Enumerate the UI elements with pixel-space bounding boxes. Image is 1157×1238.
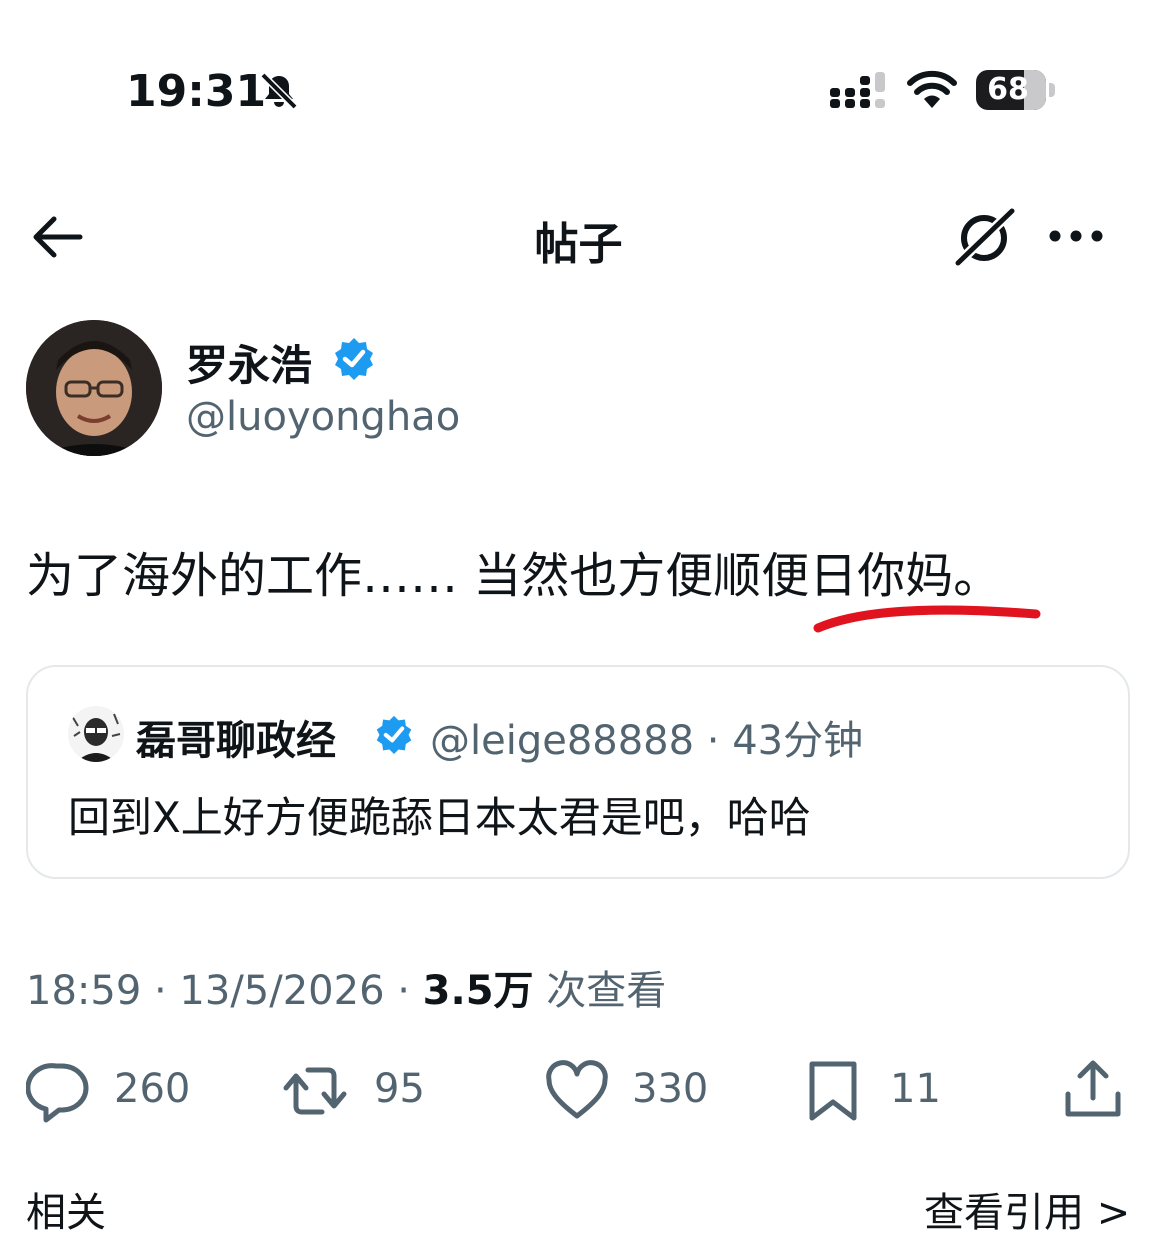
heart-icon[interactable] <box>544 1058 610 1124</box>
related-label[interactable]: 相关 <box>26 1180 106 1238</box>
bookmark-icon[interactable] <box>800 1058 866 1124</box>
reply-icon[interactable] <box>26 1058 92 1124</box>
avatar-photo <box>26 320 162 456</box>
post-text: 为了海外的工作…… 当然也方便顺便日你妈。 <box>26 548 1002 604</box>
battery-percent: 68 <box>987 72 1029 107</box>
more-icon[interactable] <box>1046 218 1106 254</box>
share-icon[interactable] <box>1060 1058 1126 1124</box>
repost-count[interactable]: 95 <box>374 1066 425 1112</box>
quote-avatar-photo <box>68 706 124 762</box>
bookmark-count[interactable]: 11 <box>890 1066 941 1112</box>
red-underline-annotation <box>813 605 1041 633</box>
signal-icon <box>830 72 885 108</box>
quote-author-avatar <box>68 706 124 762</box>
quote-text: 回到X上好方便跪舔日本太君是吧，哈哈 <box>68 793 811 842</box>
views-count: 3.5万 <box>422 968 534 1014</box>
post-timestamp: 18:59 · 13/5/2026 · <box>26 968 423 1014</box>
bell-slash-icon <box>260 72 298 110</box>
author-avatar[interactable] <box>26 320 162 456</box>
battery-icon: 68 <box>976 70 1056 110</box>
quote-verified-badge-icon <box>376 715 412 754</box>
verified-badge-icon <box>335 338 373 380</box>
author-name[interactable]: 罗永浩 <box>186 332 312 393</box>
quote-meta: @leige88888 · 43分钟 <box>430 718 864 764</box>
grok-icon[interactable] <box>950 205 1020 269</box>
reply-count[interactable]: 260 <box>114 1066 190 1112</box>
view-quotes-link[interactable]: 查看引用 > <box>924 1180 1130 1238</box>
quote-author-name: 磊哥聊政经 <box>136 718 336 764</box>
author-handle[interactable]: @luoyonghao <box>186 394 460 440</box>
quoted-post-card[interactable] <box>26 665 1130 879</box>
views-label: 次查看 <box>533 968 667 1014</box>
repost-icon[interactable] <box>282 1058 348 1124</box>
status-time: 19:31 <box>126 66 267 117</box>
like-count[interactable]: 330 <box>632 1066 708 1112</box>
wifi-icon <box>907 70 957 108</box>
post-timestamp-views: 18:59 · 13/5/2026 · 3.5万 次查看 <box>26 958 666 1016</box>
